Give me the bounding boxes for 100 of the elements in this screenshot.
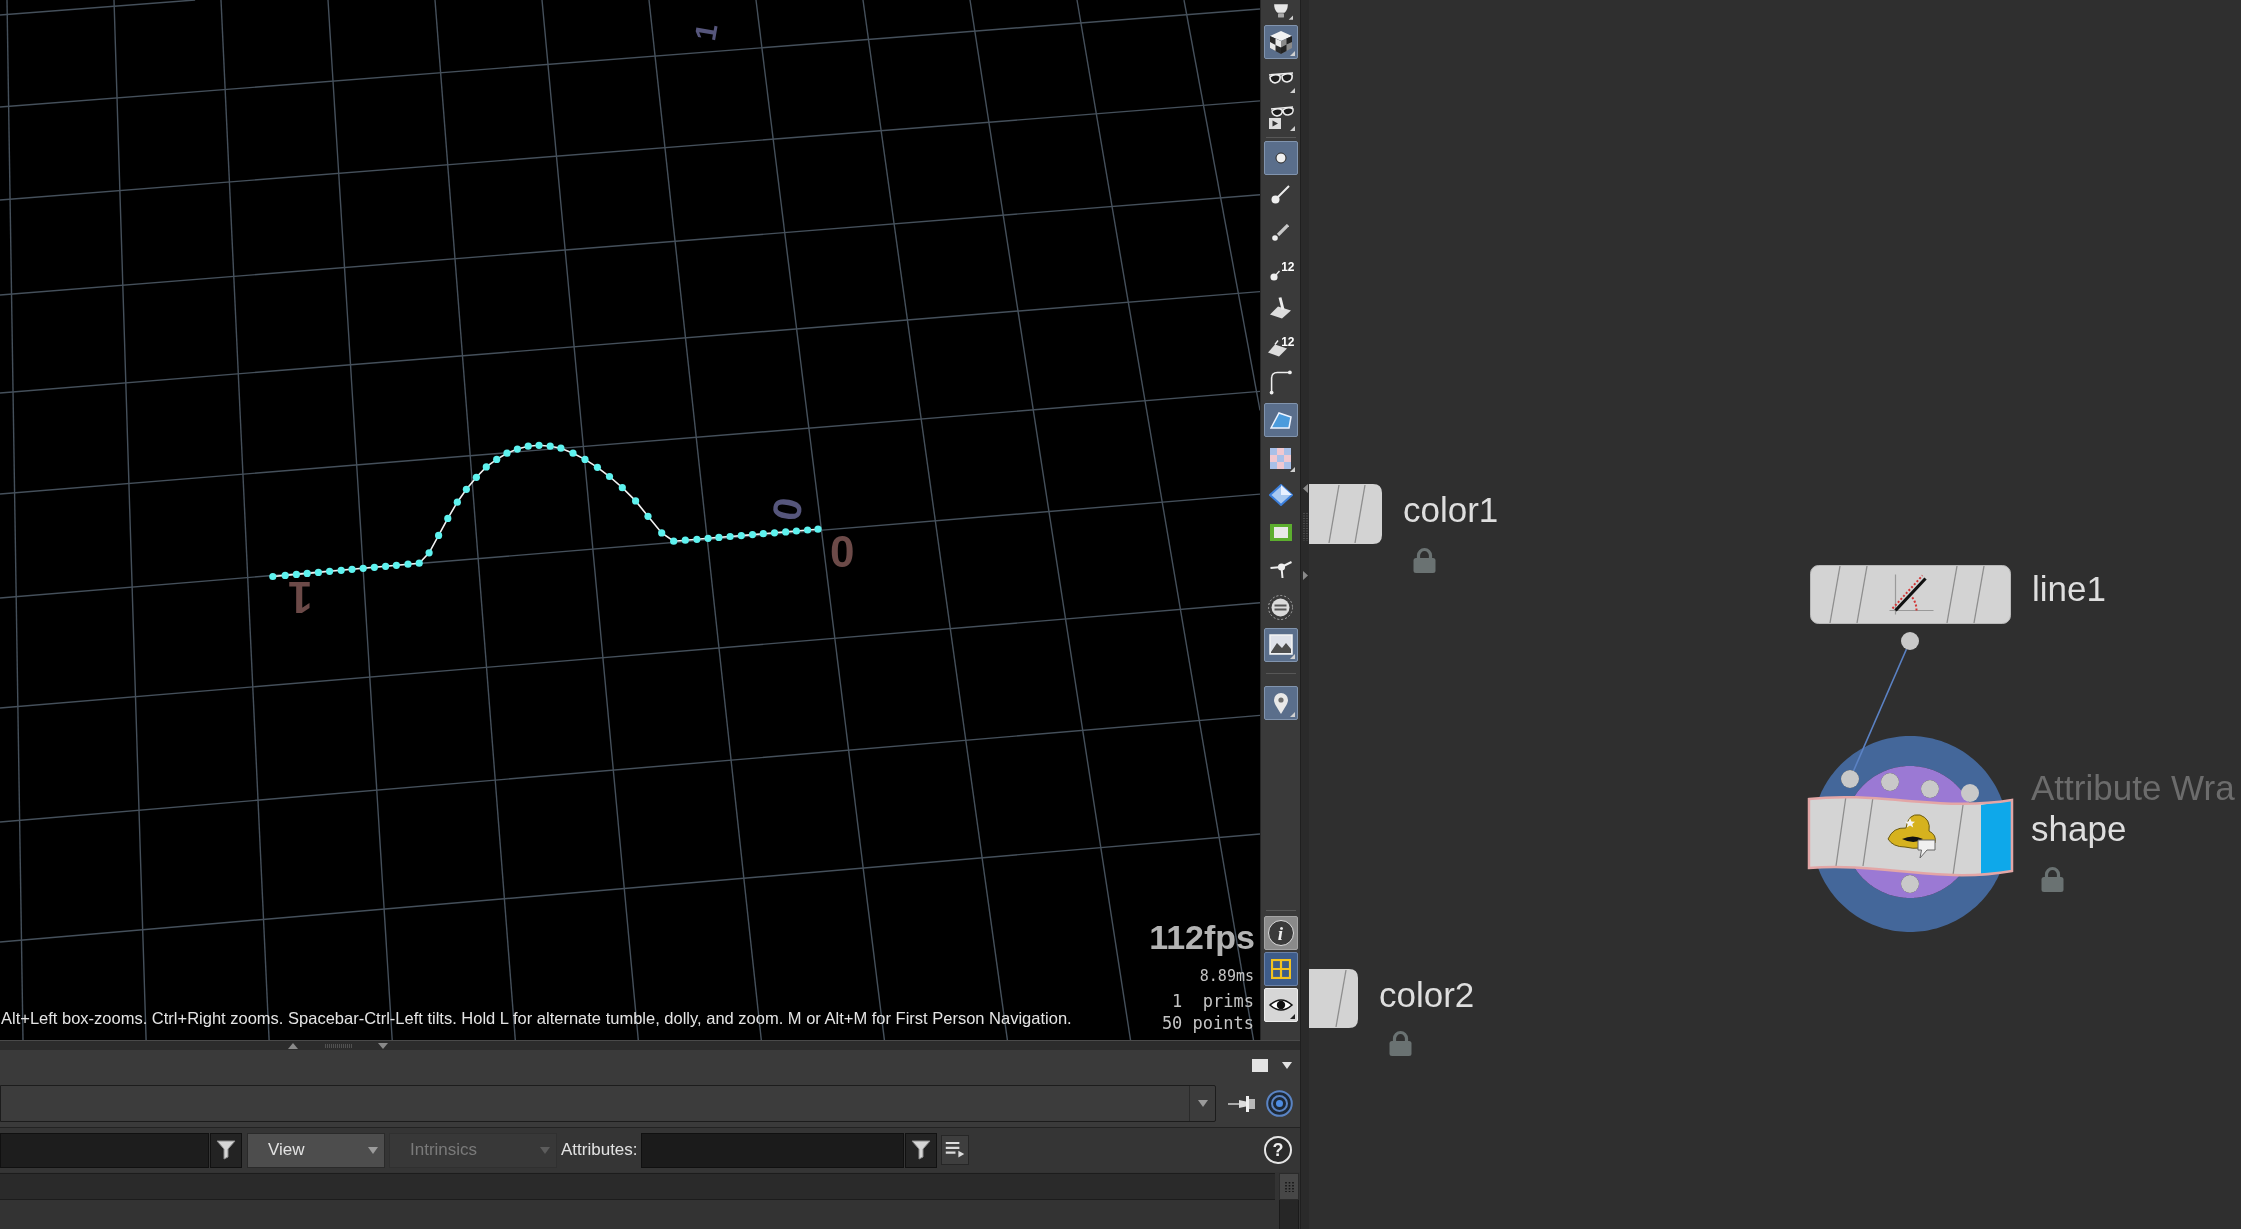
stats-line: 1 prims xyxy=(1172,991,1254,1012)
curve-point xyxy=(618,484,626,492)
grip-icon[interactable] xyxy=(1302,513,1308,541)
curve-point xyxy=(292,570,300,578)
up-arrow-icon[interactable] xyxy=(288,1042,298,1049)
grid-icon xyxy=(1270,959,1291,979)
filter-icon xyxy=(216,1140,236,1160)
curve-point xyxy=(404,560,412,568)
toolbar-button[interactable]: 12 xyxy=(1263,328,1298,362)
stroke-icon xyxy=(1270,185,1291,205)
curve-point xyxy=(493,455,501,463)
curve-point xyxy=(658,529,666,537)
uv-square-icon xyxy=(1269,524,1292,541)
curve-point xyxy=(581,455,589,463)
axes-icon xyxy=(1269,561,1292,579)
curve-point xyxy=(281,571,289,579)
right-arrow-icon[interactable] xyxy=(1302,571,1308,580)
curve-point xyxy=(453,498,461,506)
caret-icon xyxy=(540,1146,550,1154)
dropdown-field[interactable] xyxy=(0,1085,1216,1122)
curve-point xyxy=(814,525,822,533)
list-icon xyxy=(944,1142,965,1158)
node-name: color1 xyxy=(1403,492,1499,527)
curve-point xyxy=(415,559,423,567)
dropdown[interactable]: View xyxy=(247,1132,385,1168)
curve-point xyxy=(314,568,322,576)
stats-line: 50 points xyxy=(1161,1013,1254,1034)
target-icon[interactable] xyxy=(1266,1090,1293,1117)
grip-handle[interactable] xyxy=(1279,1173,1299,1200)
square-icon[interactable] xyxy=(1252,1058,1268,1072)
toolbar-button[interactable] xyxy=(1263,140,1298,175)
down-arrow-icon[interactable] xyxy=(378,1042,388,1049)
color-node[interactable] xyxy=(1309,484,1382,544)
curve-point xyxy=(670,537,678,545)
curve-point xyxy=(748,531,757,539)
curve-point xyxy=(472,473,480,481)
node-name: line1 xyxy=(2032,571,2106,606)
diamond-icon xyxy=(1268,484,1293,506)
curve-point xyxy=(337,566,345,574)
curve-point xyxy=(693,535,701,543)
curve-point xyxy=(435,531,443,539)
landscape-icon xyxy=(1266,631,1295,659)
curve-point xyxy=(770,529,779,537)
toolbar-button[interactable]: 12 xyxy=(1263,253,1298,287)
fps-readout: 112fps xyxy=(1149,918,1255,956)
curve-point xyxy=(759,530,767,538)
attributes-field[interactable] xyxy=(640,1132,904,1168)
curve-point xyxy=(715,533,723,541)
grip-icon[interactable] xyxy=(324,1043,354,1048)
filter-button[interactable] xyxy=(904,1132,937,1168)
curve-point xyxy=(462,485,470,493)
hat-icon xyxy=(1887,814,1936,859)
grip-icon xyxy=(1284,1180,1294,1193)
curve-point xyxy=(804,526,812,534)
toolbar-button[interactable] xyxy=(1263,24,1298,59)
axis-label: 0 xyxy=(765,494,809,524)
curve-point xyxy=(326,567,334,575)
curve-point xyxy=(605,472,614,481)
color-node[interactable] xyxy=(1309,969,1358,1028)
filter-field[interactable] xyxy=(0,1132,209,1168)
curve-point xyxy=(704,534,712,542)
toolbar-button[interactable] xyxy=(1263,686,1298,720)
3d-viewport[interactable]: 1 0 0 1 112fps 8.89ms 1 prims Alt+Left box-zooms. Ctrl+Right zooms. Spacebar-Ctrl-Left tilts. Hold L for alternate tumble, dolly, and zoom. M or Alt+M for First Person Navigation. 50 points xyxy=(0,0,1260,1040)
list-button[interactable] xyxy=(940,1135,969,1165)
dot-icon xyxy=(1274,151,1287,164)
curve-point xyxy=(382,562,390,570)
toolbar-button[interactable] xyxy=(1263,952,1298,986)
polygon-icon xyxy=(1269,411,1292,429)
attributes-label: Attributes: xyxy=(561,1139,638,1162)
left-arrow-icon[interactable] xyxy=(1302,484,1308,493)
curve-point xyxy=(546,442,554,450)
curve-point xyxy=(632,497,640,505)
info-button[interactable]: i xyxy=(1263,916,1298,950)
toolbar-button[interactable] xyxy=(1263,403,1298,437)
curve-point xyxy=(370,563,378,571)
menu-caret-icon[interactable] xyxy=(1282,1061,1292,1069)
face-icon xyxy=(1269,296,1292,319)
frame-time: 8.89ms xyxy=(1199,966,1254,986)
help-button[interactable]: ? xyxy=(1264,1136,1292,1164)
curve-point xyxy=(535,441,543,449)
curve-point xyxy=(348,565,356,573)
curve-point xyxy=(513,445,521,453)
pin-icon[interactable] xyxy=(1228,1095,1256,1112)
axis-label: 0 xyxy=(830,530,855,574)
filter-button[interactable] xyxy=(210,1132,242,1168)
curve-point xyxy=(269,572,277,581)
curve-point xyxy=(444,514,452,522)
curve-point xyxy=(503,449,511,457)
curve-point xyxy=(303,569,311,577)
caret-icon xyxy=(368,1146,378,1154)
curve-point xyxy=(782,528,790,536)
node-name: shape xyxy=(2031,811,2127,846)
toolbar-button[interactable] xyxy=(1263,628,1298,662)
curve-point xyxy=(593,463,601,471)
curve-point xyxy=(726,532,734,541)
curve-point xyxy=(524,442,532,450)
curve-icon xyxy=(1269,370,1292,395)
navigation-hint: Alt+Left box-zooms. Ctrl+Right zooms. Spacebar-Ctrl-Left tilts. Hold L for alternate tumble, dolly, and zoom. M or Alt+M for First Person Navigation. xyxy=(1,1008,1072,1029)
pen-icon xyxy=(1272,224,1289,241)
line-angle-icon xyxy=(1888,573,1935,616)
